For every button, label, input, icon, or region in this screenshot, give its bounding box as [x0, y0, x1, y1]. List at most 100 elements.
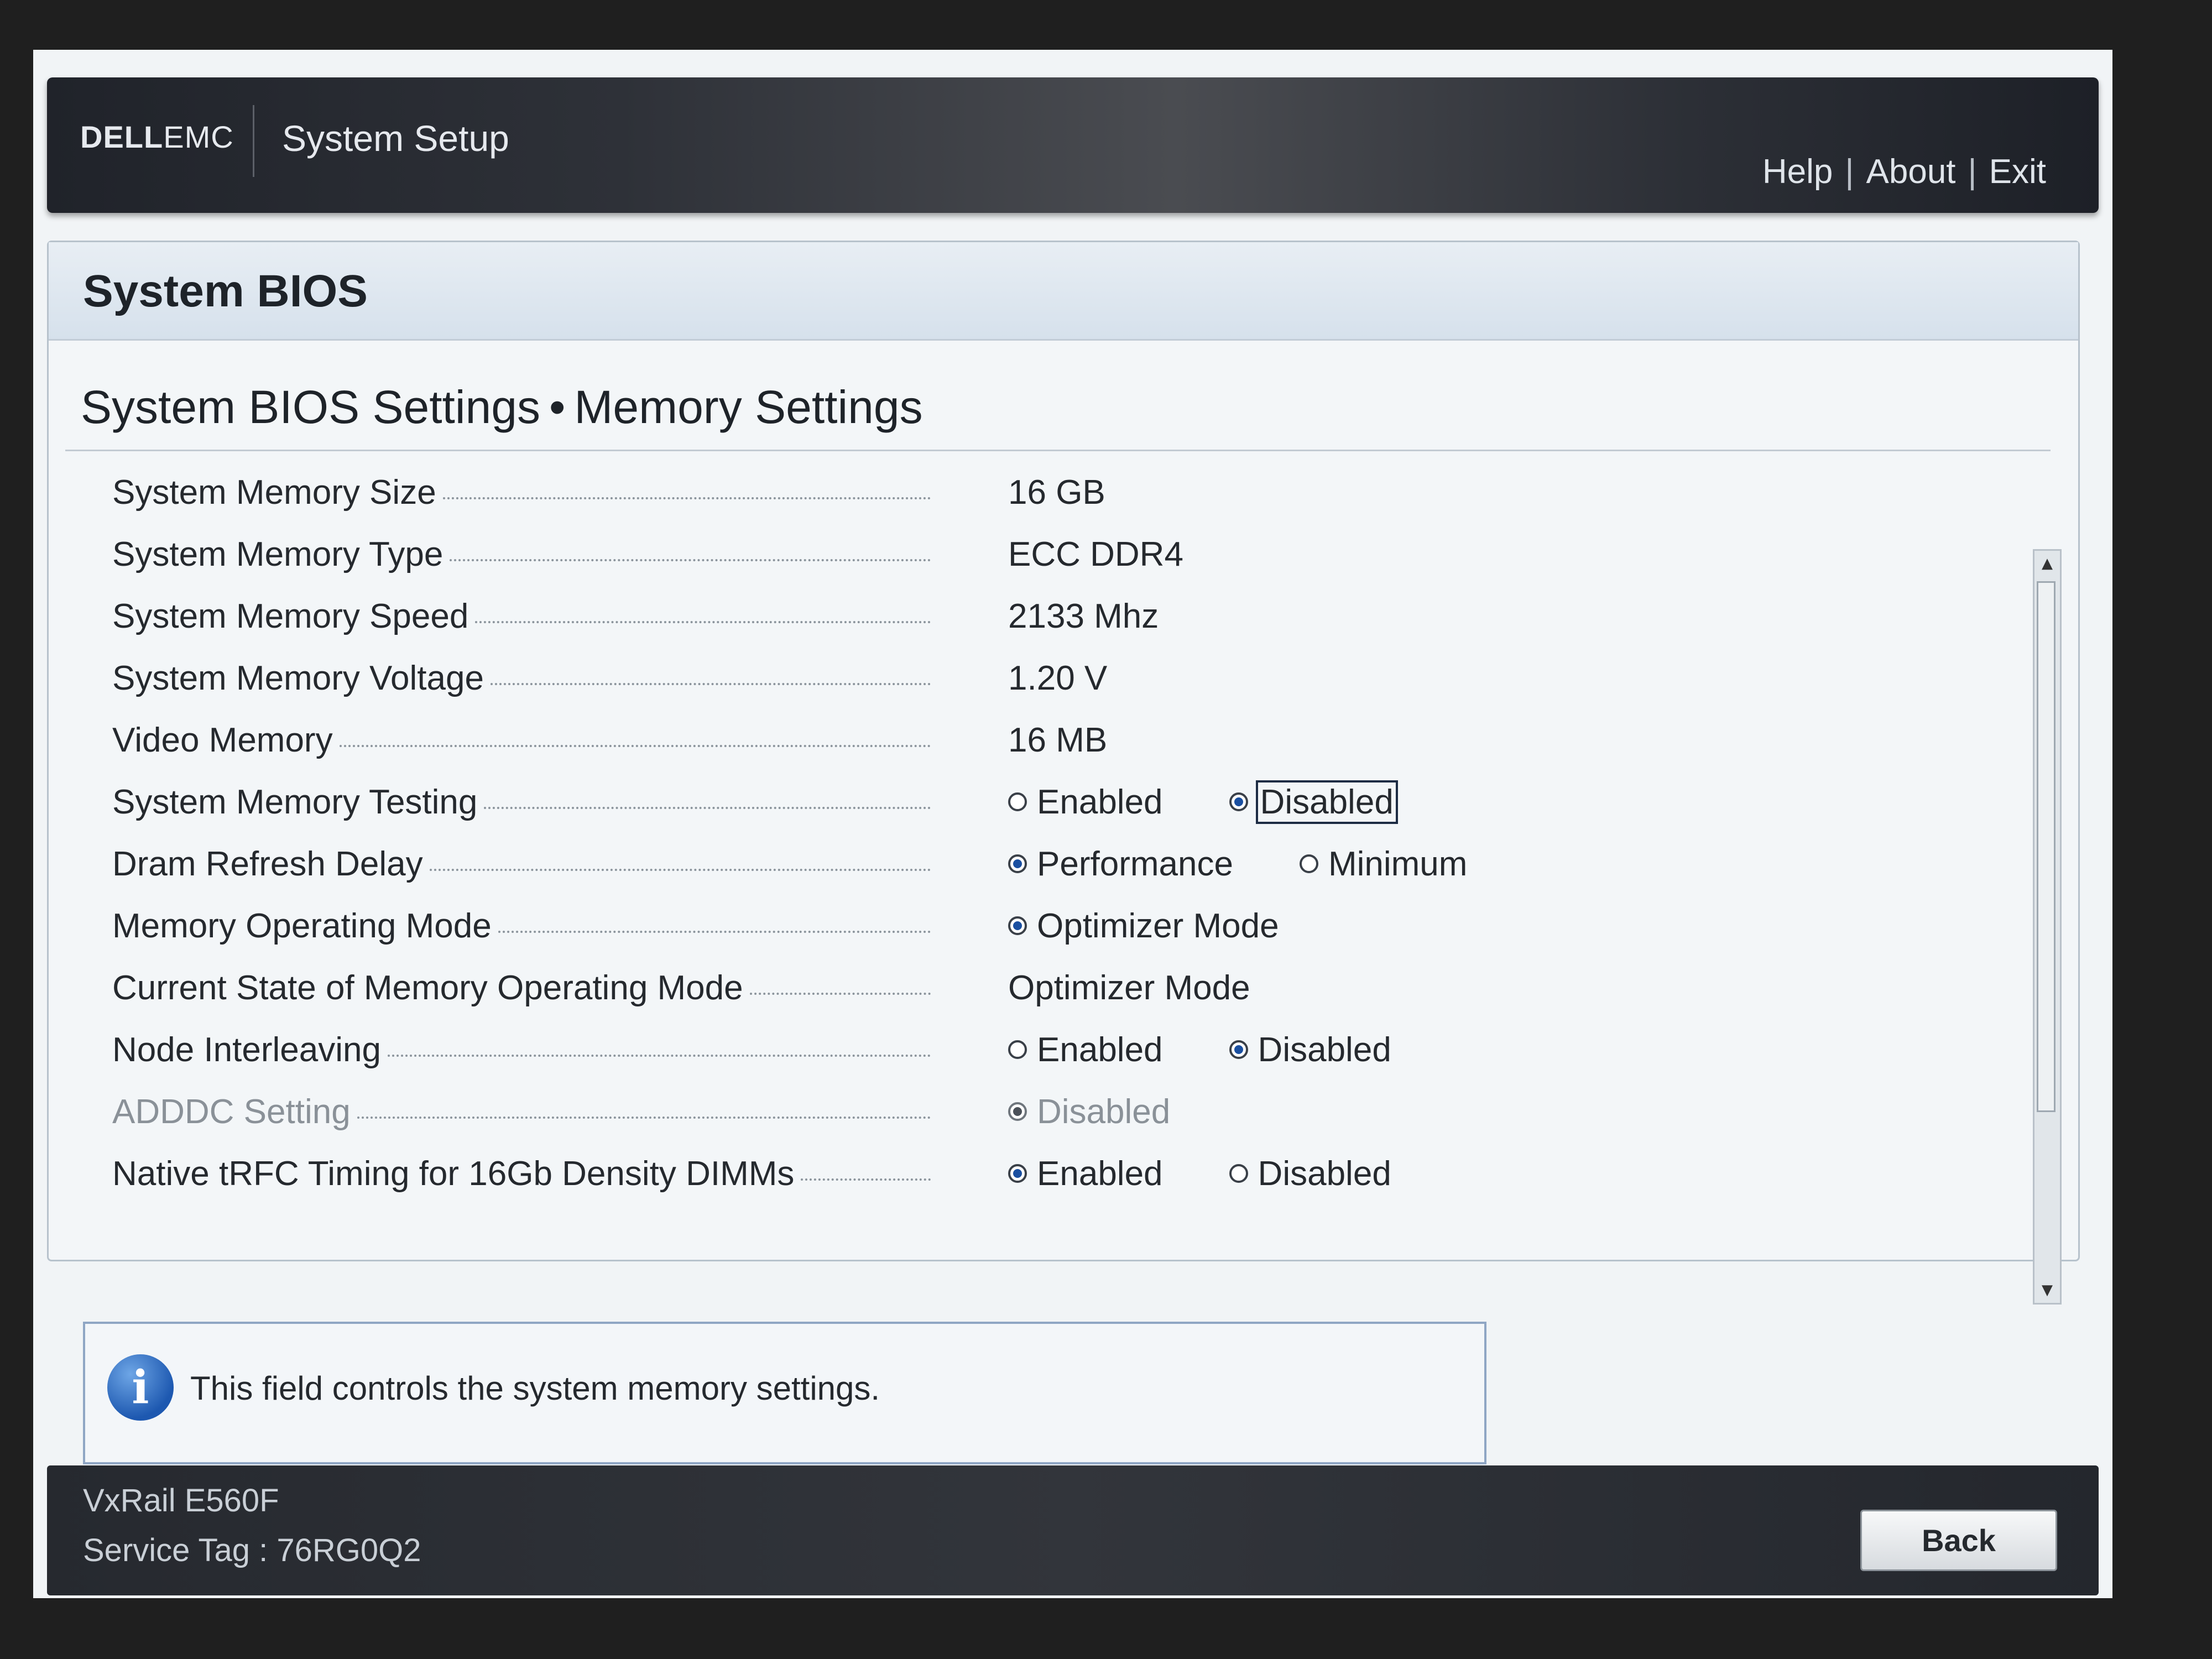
leader-dots [490, 683, 931, 685]
radio-button[interactable] [1008, 1040, 1027, 1059]
setting-row-operating-mode: Memory Operating Mode Optimizer Mode [112, 894, 1937, 956]
radio-group-dram-refresh: Performance Minimum [1008, 844, 1533, 883]
setting-value: 2133 Mhz [1008, 597, 1159, 635]
radio-option-disabled[interactable]: Disabled [1229, 780, 1398, 824]
radio-button-selected[interactable] [1229, 792, 1248, 811]
radio-label: Disabled [1258, 1030, 1391, 1069]
radio-button-selected[interactable] [1008, 854, 1027, 873]
section-divider [65, 450, 2051, 451]
info-icon: i [107, 1354, 174, 1421]
service-tag: Service Tag : 76RG0Q2 [83, 1532, 421, 1568]
leader-dots [475, 621, 931, 623]
setting-label-wrap: System Memory Testing [112, 782, 931, 821]
leader-dots [801, 1178, 931, 1181]
radio-button-selected[interactable] [1008, 916, 1027, 935]
radio-label: Enabled [1037, 1030, 1163, 1069]
setting-label-wrap: Current State of Memory Operating Mode [112, 968, 931, 1007]
setting-label: System Memory Size [112, 473, 436, 512]
setting-label: System Memory Type [112, 535, 444, 573]
radio-option-performance[interactable]: Performance [1008, 844, 1233, 884]
exit-link[interactable]: Exit [1989, 153, 2046, 191]
radio-label: Performance [1037, 844, 1233, 883]
setting-label: System Memory Speed [112, 597, 469, 635]
info-text: This field controls the system memory se… [190, 1370, 880, 1407]
setting-row-memory-speed: System Memory Speed 2133 Mhz [112, 585, 1937, 646]
scrollbar-thumb[interactable] [2037, 581, 2056, 1112]
breadcrumb-separator: • [549, 381, 566, 433]
radio-option-enabled[interactable]: Enabled [1008, 782, 1163, 822]
setting-value: Optimizer Mode [1008, 968, 1250, 1007]
setting-label-wrap: ADDDC Setting [112, 1092, 931, 1131]
setting-label-wrap: Dram Refresh Delay [112, 844, 931, 883]
radio-label: Optimizer Mode [1037, 906, 1279, 945]
radio-button[interactable] [1229, 1164, 1248, 1183]
radio-label: Enabled [1037, 1154, 1163, 1193]
setting-label: System Memory Testing [112, 782, 478, 821]
setting-value: 16 MB [1008, 721, 1108, 759]
radio-label: Minimum [1328, 844, 1468, 883]
setting-label-wrap: System Memory Voltage [112, 659, 931, 697]
radio-option-disabled[interactable]: Disabled [1229, 1154, 1391, 1193]
radio-option-minimum[interactable]: Minimum [1299, 844, 1468, 884]
main-panel: System BIOS System BIOS Settings • Memory … [47, 241, 2080, 1305]
radio-button-selected[interactable] [1229, 1040, 1248, 1059]
app-title: System Setup [282, 118, 509, 159]
setting-label-wrap: System Memory Size [112, 473, 931, 512]
setting-label: Node Interleaving [112, 1030, 381, 1069]
radio-group-operating-mode: Optimizer Mode [1008, 906, 1345, 945]
radio-option-disabled[interactable]: Disabled [1229, 1030, 1391, 1070]
setting-label: Memory Operating Mode [112, 906, 492, 945]
setting-value: 16 GB [1008, 473, 1105, 512]
setting-value: 1.20 V [1008, 659, 1108, 697]
logo-divider [253, 105, 254, 177]
setting-label-wrap: Memory Operating Mode [112, 906, 931, 945]
back-button[interactable]: Back [1860, 1510, 2057, 1571]
scroll-down-arrow-icon[interactable]: ▼ [2034, 1277, 2060, 1303]
radio-option-optimizer[interactable]: Optimizer Mode [1008, 906, 1279, 946]
settings-list: System Memory Size 16 GB System Memory T… [112, 461, 1937, 1204]
radio-label: Enabled [1037, 782, 1163, 821]
setting-row-memory-voltage: System Memory Voltage 1.20 V [112, 646, 1937, 708]
leader-dots [749, 993, 931, 995]
setting-label: Video Memory [112, 721, 333, 759]
leader-dots [357, 1117, 931, 1119]
help-info-box: i This field controls the system memory … [83, 1322, 1486, 1464]
radio-label: Disabled [1258, 1154, 1391, 1193]
leader-dots [387, 1055, 931, 1057]
top-navigation: Help | About | Exit [1762, 152, 2046, 191]
radio-group-memory-testing: Enabled Disabled [1008, 780, 1462, 824]
leader-dots [429, 869, 931, 871]
setting-label: Dram Refresh Delay [112, 844, 423, 883]
setting-label-wrap: System Memory Type [112, 535, 931, 573]
leader-dots [442, 497, 931, 499]
setting-label-wrap: System Memory Speed [112, 597, 931, 635]
logo-primary: DELL [80, 119, 164, 154]
bios-screen: DELLEMC System Setup Help | About | Exit Sys… [33, 50, 2112, 1598]
setting-label: Native tRFC Timing for 16Gb Density DIMM… [112, 1154, 795, 1193]
setting-label-wrap: Native tRFC Timing for 16Gb Density DIMM… [112, 1154, 931, 1193]
radio-group-native-trfc: Enabled Disabled [1008, 1154, 1458, 1193]
system-model: VxRail E560F [83, 1483, 279, 1519]
setting-row-memory-size: System Memory Size 16 GB [112, 461, 1937, 523]
radio-group-node-interleaving: Enabled Disabled [1008, 1030, 1458, 1069]
setting-row-memory-testing: System Memory Testing Enabled Disabled [112, 770, 1937, 832]
help-link[interactable]: Help [1762, 153, 1833, 191]
radio-button[interactable] [1299, 854, 1318, 873]
radio-option-enabled[interactable]: Enabled [1008, 1154, 1163, 1193]
scroll-up-arrow-icon[interactable]: ▲ [2034, 551, 2060, 576]
setting-label: ADDDC Setting [112, 1092, 351, 1131]
radio-button-selected[interactable] [1008, 1164, 1027, 1183]
vertical-scrollbar[interactable]: ▲ ▼ [2033, 549, 2062, 1305]
setting-row-adddc: ADDDC Setting Disabled [112, 1080, 1937, 1142]
breadcrumb: System BIOS Settings • Memory Settings [81, 380, 923, 434]
radio-option-enabled[interactable]: Enabled [1008, 1030, 1163, 1070]
breadcrumb-parent[interactable]: System BIOS Settings [81, 381, 540, 433]
setting-value: ECC DDR4 [1008, 535, 1183, 573]
leader-dots [484, 807, 931, 809]
nav-separator: | [1845, 153, 1854, 191]
radio-label: Disabled [1037, 1092, 1171, 1131]
leader-dots [339, 745, 931, 747]
leader-dots [498, 931, 931, 933]
about-link[interactable]: About [1866, 153, 1956, 191]
radio-button[interactable] [1008, 792, 1027, 811]
